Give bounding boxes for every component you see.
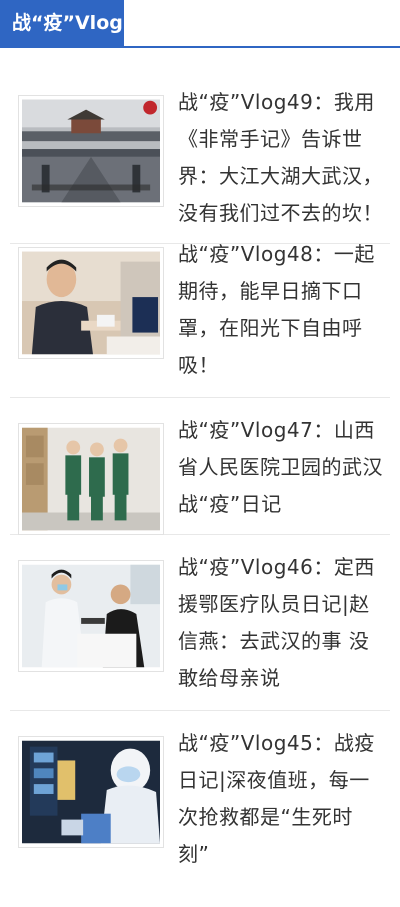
protective-suit-photo[interactable] [18, 736, 164, 848]
article-title: 战“疫”Vlog47：山西省人民医院卫园的武汉战“疫”日记 [178, 418, 383, 516]
article-title: 战“疫”Vlog46：定西援鄂医疗队员日记|赵信燕：去武汉的事 没敢给母亲说 [178, 555, 375, 690]
highway-gate-photo[interactable] [18, 95, 164, 207]
article-item-47[interactable]: 战“疫”Vlog47：山西省人民医院卫园的武汉战“疫”日记 [10, 398, 390, 535]
article-list: 战“疫”Vlog49：我用《非常手记》告诉世界：大江大湖大武汉，没有我们过不去的… [0, 48, 400, 891]
medical-staff-photo[interactable] [18, 423, 164, 535]
article-title: 战“疫”Vlog48：一起期待，能早日摘下口罩，在阳光下自由呼吸！ [178, 242, 375, 377]
article-item-49[interactable]: 战“疫”Vlog49：我用《非常手记》告诉世界：大江大湖大武汉，没有我们过不去的… [10, 70, 390, 244]
section-header: 战“疫”Vlog [0, 0, 400, 48]
doctor-patient-photo[interactable] [18, 560, 164, 672]
article-item-45[interactable]: 战“疫”Vlog45：战疫日记|深夜值班，每一次抢救都是“生死时刻” [10, 711, 390, 891]
article-title: 战“疫”Vlog49：我用《非常手记》告诉世界：大江大湖大武汉，没有我们过不去的… [178, 90, 383, 225]
man-at-computer-photo[interactable] [18, 247, 164, 359]
article-item-46[interactable]: 战“疫”Vlog46：定西援鄂医疗队员日记|赵信燕：去武汉的事 没敢给母亲说 [10, 535, 390, 711]
article-item-48[interactable]: 战“疫”Vlog48：一起期待，能早日摘下口罩，在阳光下自由呼吸！ [10, 222, 390, 398]
article-title: 战“疫”Vlog45：战疫日记|深夜值班，每一次抢救都是“生死时刻” [178, 731, 375, 866]
section-tab-vlog[interactable]: 战“疫”Vlog [0, 0, 124, 46]
